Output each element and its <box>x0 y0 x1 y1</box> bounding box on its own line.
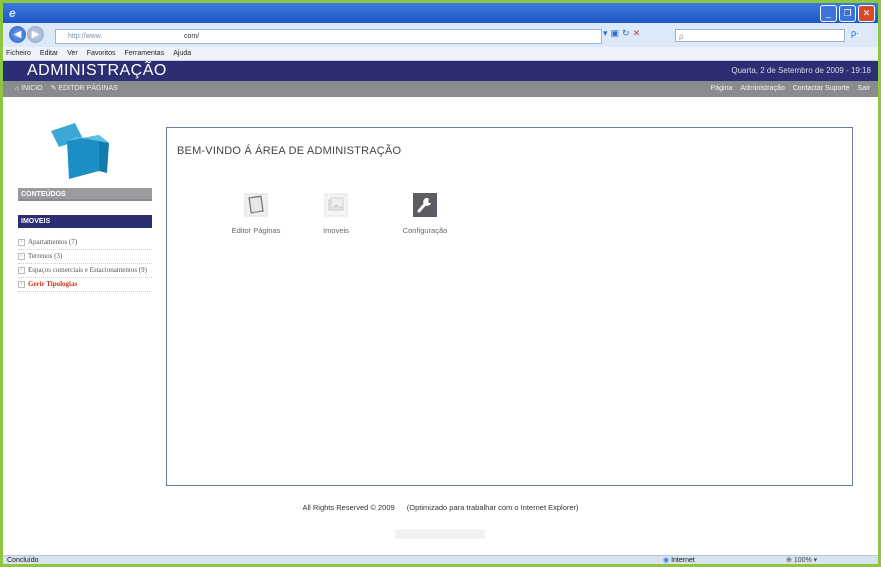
tile-label: Configuração <box>402 226 448 235</box>
address-input[interactable]: http://www. com/ <box>55 29 602 44</box>
wrench-icon: ✎ <box>50 85 57 92</box>
sidebar-item-apartamentos[interactable]: + Apartamentos (7) <box>18 236 152 250</box>
status-zone: ◉ Internet <box>663 556 695 564</box>
globe-icon: ◉ <box>663 557 670 564</box>
subnav-home-label: INICIO <box>21 85 43 92</box>
welcome-panel: BEM-VINDO Á ÁREA DE ADMINISTRAÇÃO Editor… <box>166 127 853 486</box>
tile-configuracao[interactable]: Configuração <box>386 192 464 235</box>
status-bar: Concluído ◉ Internet ⊕ 100% ▾ <box>3 555 878 564</box>
admin-title: ADMINISTRAÇÃO <box>27 62 167 79</box>
address-prefix: http://www. <box>68 33 103 40</box>
status-zone-label: Internet <box>671 557 695 564</box>
menu-bar: Ficheiro Editar Ver Favoritos Ferramenta… <box>3 47 878 61</box>
admin-header: ADMINISTRAÇÃO Quarta, 2 de Setembro de 2… <box>3 61 878 81</box>
subnav-left: ⌂ INICIO ✎ EDITOR PÁGINAS <box>15 81 118 97</box>
sidebar-heading-imoveis[interactable]: IMOVEIS <box>18 215 152 228</box>
footer: All Rights Reserved © 2009 (Optimizado p… <box>3 503 878 512</box>
dropdown-icon[interactable]: ▾ <box>603 28 611 38</box>
status-zoom-label: 100% <box>793 557 812 564</box>
address-tools: ▾▣↻✕ <box>603 28 643 39</box>
restore-icon[interactable]: ❐ <box>839 5 856 22</box>
plus-icon: + <box>18 239 25 246</box>
subnav-home[interactable]: ⌂ INICIO <box>15 81 43 97</box>
plus-icon: + <box>18 253 25 260</box>
sub-navigation: ⌂ INICIO ✎ EDITOR PÁGINAS Página Adminis… <box>3 81 878 97</box>
sidebar-item-espacos[interactable]: + Espaços comerciais e Estacionamentos (… <box>18 264 152 278</box>
status-text: Concluído <box>7 557 39 564</box>
subnav-editor[interactable]: ✎ EDITOR PÁGINAS <box>51 81 118 97</box>
cube-logo-icon <box>51 123 109 179</box>
editor-pages-icon <box>244 193 268 217</box>
menu-editar[interactable]: Editar <box>40 47 58 60</box>
menu-ver[interactable]: Ver <box>67 47 78 60</box>
menu-ajuda[interactable]: Ajuda <box>173 47 191 60</box>
compat-icon[interactable]: ▣ <box>611 28 623 38</box>
tile-imoveis[interactable]: Imoveis <box>297 192 375 235</box>
address-suffix: com/ <box>184 33 200 40</box>
search-icon[interactable]: ρ· <box>851 28 859 38</box>
browser-window: e _ ❐ ✕ ◀ ▶ http://www. com/ ▾▣↻✕ ρ ρ· F… <box>3 3 878 564</box>
search-input[interactable]: ρ <box>675 29 845 42</box>
back-icon[interactable]: ◀ <box>9 26 26 43</box>
subnav-right: Página Administração Contactar Suporte S… <box>711 81 870 97</box>
close-icon[interactable]: ✕ <box>858 5 875 22</box>
subnav-editor-label: EDITOR PÁGINAS <box>58 85 118 92</box>
tile-editor-paginas[interactable]: Editor Páginas <box>217 192 295 235</box>
menu-ferramentas[interactable]: Ferramentas <box>125 47 165 60</box>
window-titlebar: e _ ❐ ✕ <box>3 3 878 23</box>
subnav-support-link[interactable]: Contactar Suporte <box>793 81 850 97</box>
zoom-icon: ⊕ <box>786 557 792 564</box>
sidebar-heading-conteudos[interactable]: CONTEÚDOS <box>18 188 152 201</box>
footer-note: (Optimizado para trabalhar com o Interne… <box>406 503 579 512</box>
menu-favoritos[interactable]: Favoritos <box>87 47 116 60</box>
admin-date: Quarta, 2 de Setembro de 2009 - 19:18 <box>731 66 871 75</box>
forward-icon[interactable]: ▶ <box>27 26 44 43</box>
sidebar-item-label: Espaços comerciais e Estacionamentos (9) <box>28 266 147 274</box>
sidebar-item-label: Gerir Tipologias <box>28 280 78 288</box>
subnav-page-link[interactable]: Página <box>711 81 733 97</box>
sidebar-item-label: Terrenos (3) <box>28 252 63 260</box>
sidebar-item-gerir-tipologias[interactable]: + Gerir Tipologias <box>18 278 152 292</box>
wrench-icon <box>413 193 437 217</box>
status-zoom[interactable]: ⊕ 100% ▾ <box>786 556 817 564</box>
plus-icon: + <box>18 267 25 274</box>
minimize-icon[interactable]: _ <box>820 5 837 22</box>
sidebar-item-terrenos[interactable]: + Terrenos (3) <box>18 250 152 264</box>
sidebar: CONTEÚDOS IMOVEIS + Apartamentos (7) + T… <box>9 99 152 554</box>
page-title: BEM-VINDO Á ÁREA DE ADMINISTRAÇÃO <box>177 145 402 157</box>
sidebar-list: + Apartamentos (7) + Terrenos (3) + Espa… <box>18 236 152 292</box>
plus-icon: + <box>18 281 25 288</box>
stop-icon[interactable]: ✕ <box>633 28 644 38</box>
tile-label: Imoveis <box>323 226 349 235</box>
properties-icon <box>324 193 348 217</box>
footer-bar <box>395 529 485 539</box>
menu-ficheiro[interactable]: Ficheiro <box>6 47 31 60</box>
subnav-admin-link[interactable]: Administração <box>740 81 784 97</box>
address-toolbar: ◀ ▶ http://www. com/ ▾▣↻✕ ρ ρ· <box>3 23 878 47</box>
window-controls: _ ❐ ✕ <box>820 5 875 22</box>
internet-explorer-icon: e <box>9 6 16 20</box>
footer-copyright: All Rights Reserved © 2009 <box>302 503 395 512</box>
tile-label: Editor Páginas <box>231 226 281 235</box>
subnav-logout-link[interactable]: Sair <box>858 81 870 97</box>
home-icon: ⌂ <box>15 85 20 92</box>
refresh-icon[interactable]: ↻ <box>622 28 633 38</box>
sidebar-item-label: Apartamentos (7) <box>28 238 78 246</box>
